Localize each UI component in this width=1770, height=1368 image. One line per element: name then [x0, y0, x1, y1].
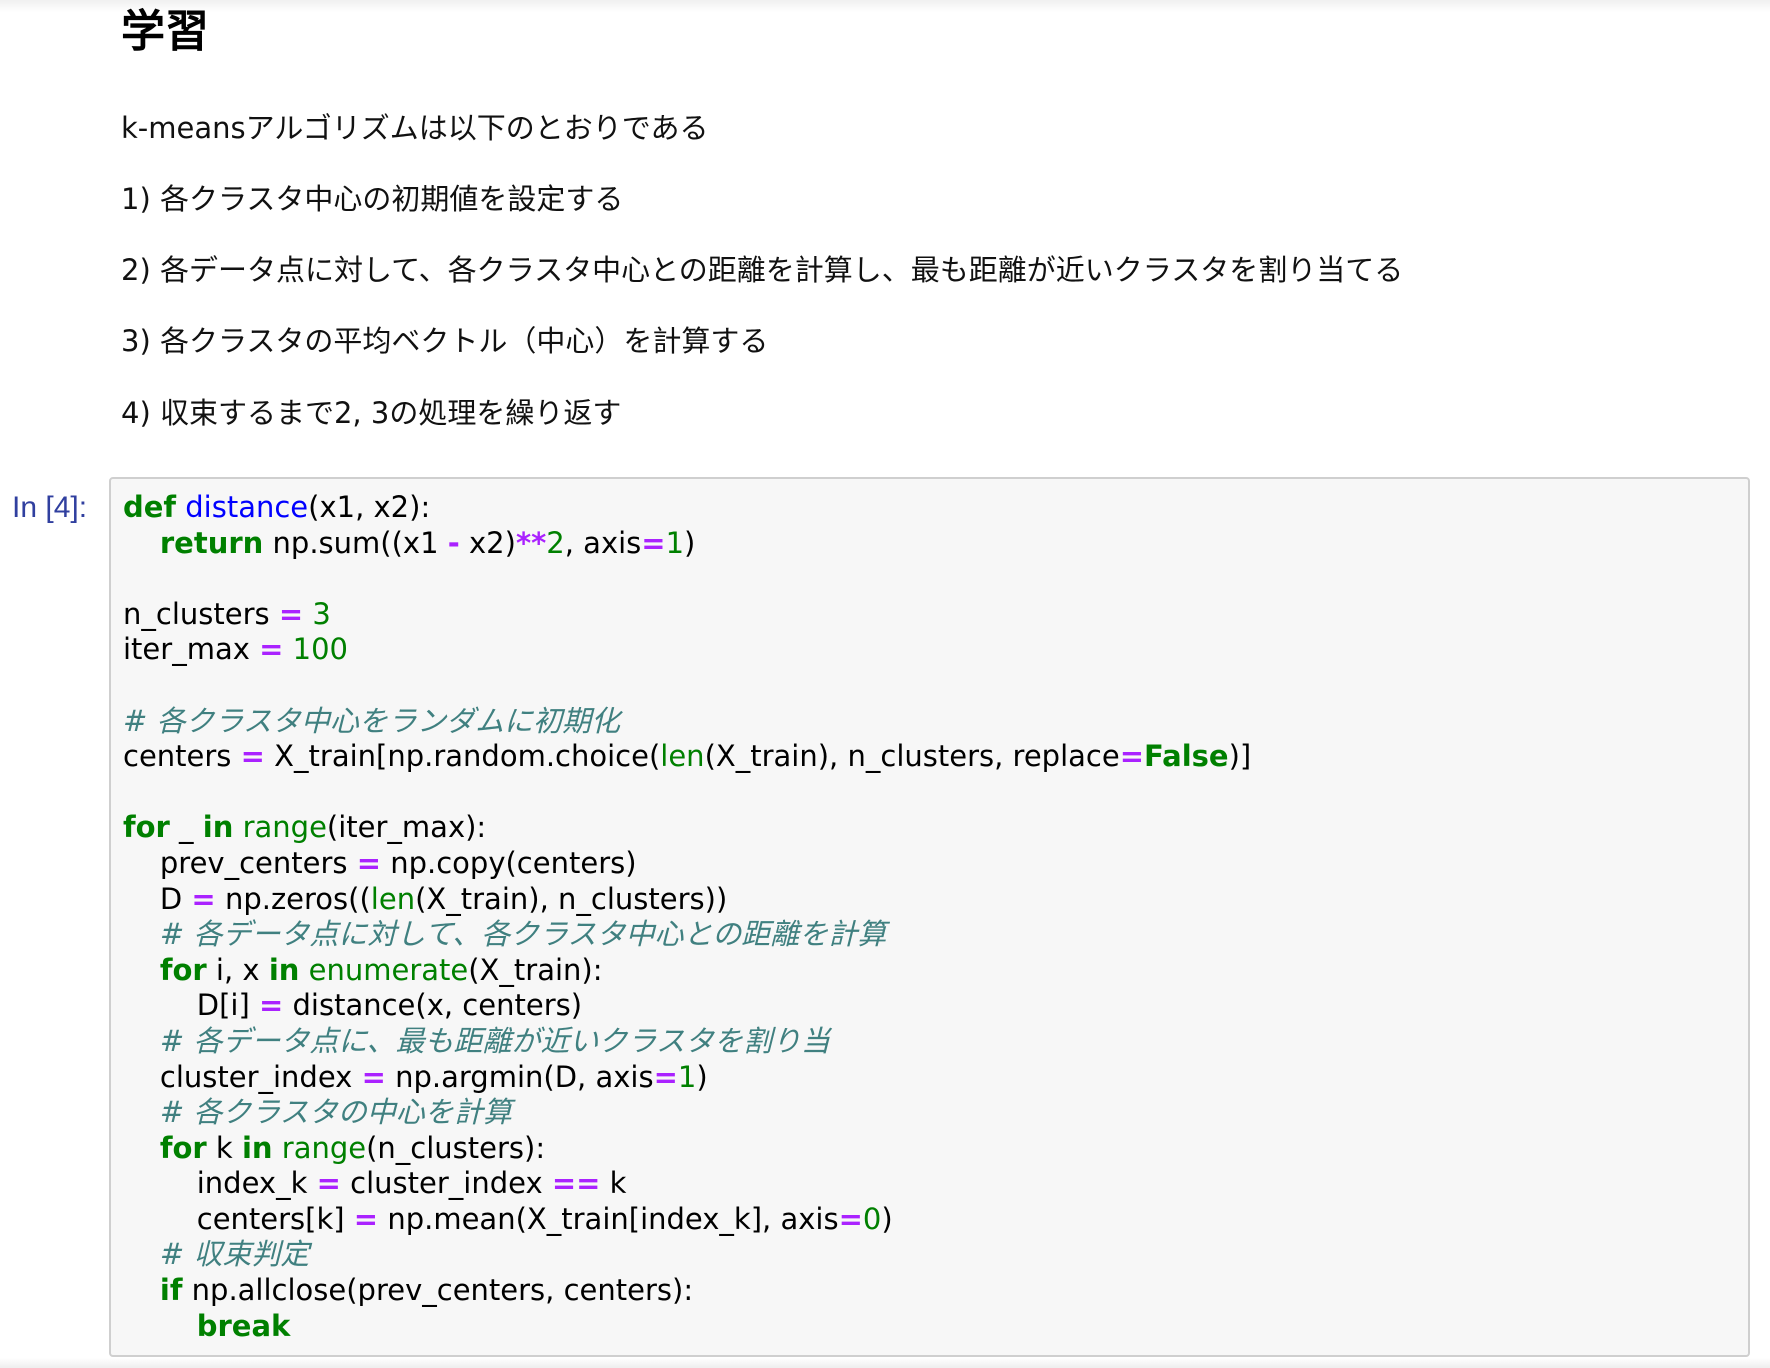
code-line-19: for k in range(n_clusters): — [159, 1130, 546, 1165]
step-3-paragraph: 3) 各クラスタの平均ベクトル（中心）を計算する — [121, 324, 769, 358]
input-prompt: In [4]: — [12, 491, 88, 524]
section-heading: 学習 — [121, 6, 209, 57]
code-line-12: D = np.zeros((len(X_train), n_clusters)) — [123, 881, 728, 916]
top-shadow — [0, 0, 1770, 12]
code-line-1: def distance(x1, x2): — [123, 490, 431, 524]
code-line-9: ​ — [123, 775, 1740, 811]
code-line-16: # 各データ点に、最も距離が近いクラスタを割り当 — [159, 1023, 830, 1058]
code-line-6: ​ — [123, 668, 1740, 704]
step-1-paragraph: 1) 各クラスタ中心の初期値を設定する — [121, 182, 624, 216]
step-4-paragraph: 4) 収束するまで2, 3の処理を繰り返す — [121, 396, 622, 430]
code-line-3: ​ — [123, 561, 1740, 597]
code-line-18: # 各クラスタの中心を計算 — [159, 1095, 512, 1130]
code-line-14: for i, x in enumerate(X_train): — [159, 952, 603, 987]
code-line-17: cluster_index = np.argmin(D, axis=1) — [123, 1059, 708, 1094]
code-line-20: index_k = cluster_index == k — [123, 1166, 627, 1201]
code-line-23: if np.allclose(prev_centers, centers): — [159, 1273, 694, 1308]
code-line-10: for _ in range(iter_max): — [123, 810, 487, 845]
code-editor[interactable]: def distance(x1, x2): return np.sum((x1 … — [123, 490, 1740, 1344]
code-line-22: # 収束判定 — [159, 1237, 310, 1272]
bottom-fade — [0, 1358, 1770, 1368]
code-line-21: centers[k] = np.mean(X_train[index_k], a… — [123, 1201, 893, 1236]
code-cell[interactable]: def distance(x1, x2): return np.sum((x1 … — [109, 477, 1750, 1357]
code-line-13: # 各データ点に対して、各クラスタ中心との距離を計算 — [159, 917, 887, 952]
step-2-paragraph: 2) 各データ点に対して、各クラスタ中心との距離を計算し、最も距離が近いクラスタ… — [121, 253, 1404, 287]
code-line-24: break — [196, 1308, 291, 1343]
code-line-4: n_clusters = 3 — [123, 596, 331, 631]
code-line-7: # 各クラスタ中心をランダムに初期化 — [123, 703, 620, 738]
code-line-11: prev_centers = np.copy(centers) — [123, 845, 637, 880]
code-line-15: D[i] = distance(x, centers) — [123, 988, 583, 1023]
intro-paragraph: k-meansアルゴリズムは以下のとおりである — [121, 111, 709, 145]
code-line-5: iter_max = 100 — [123, 632, 348, 667]
code-line-8: centers = X_train[np.random.choice(len(X… — [123, 739, 1252, 774]
code-line-2: return np.sum((x1 - x2)**2, axis=1) — [159, 525, 696, 560]
